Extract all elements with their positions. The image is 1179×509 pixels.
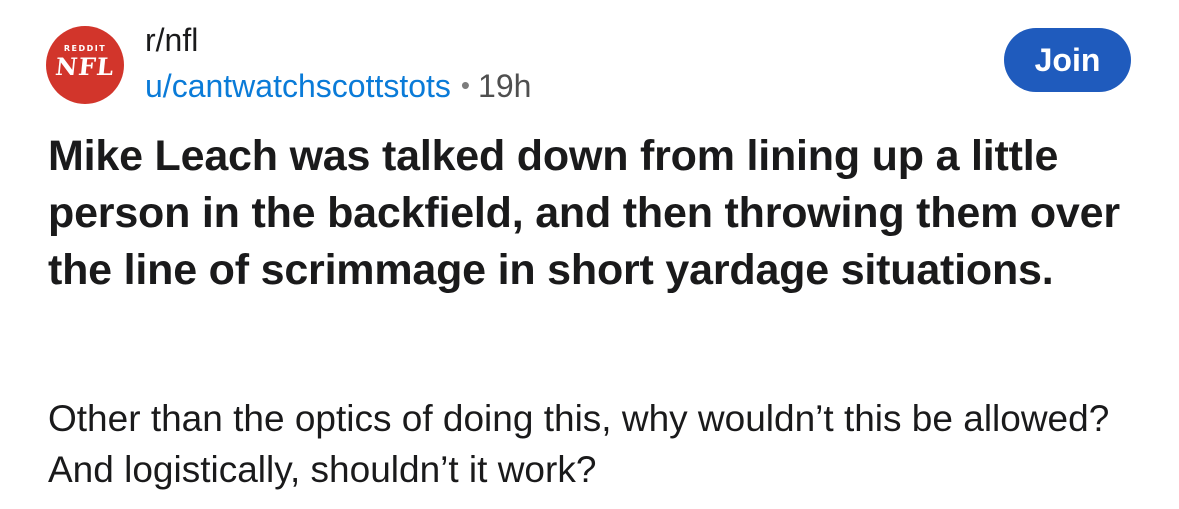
post-meta: u/cantwatchscottstots • 19h xyxy=(145,66,531,108)
subreddit-name[interactable]: r/nfl xyxy=(145,20,198,60)
reddit-post: REDDIT NFL r/nfl u/cantwatchscottstots • 1… xyxy=(0,0,1179,509)
subreddit-avatar[interactable]: REDDIT NFL xyxy=(46,26,124,104)
post-body: Other than the optics of doing this, why… xyxy=(48,398,1110,490)
separator-dot: • xyxy=(460,70,471,100)
join-button[interactable]: Join xyxy=(1004,28,1131,92)
post-age: 19h xyxy=(478,68,532,104)
avatar-nfl-logo-text: NFL xyxy=(54,52,116,81)
post-title[interactable]: Mike Leach was talked down from lining u… xyxy=(48,128,1138,299)
author-link[interactable]: u/cantwatchscottstots xyxy=(145,68,451,104)
